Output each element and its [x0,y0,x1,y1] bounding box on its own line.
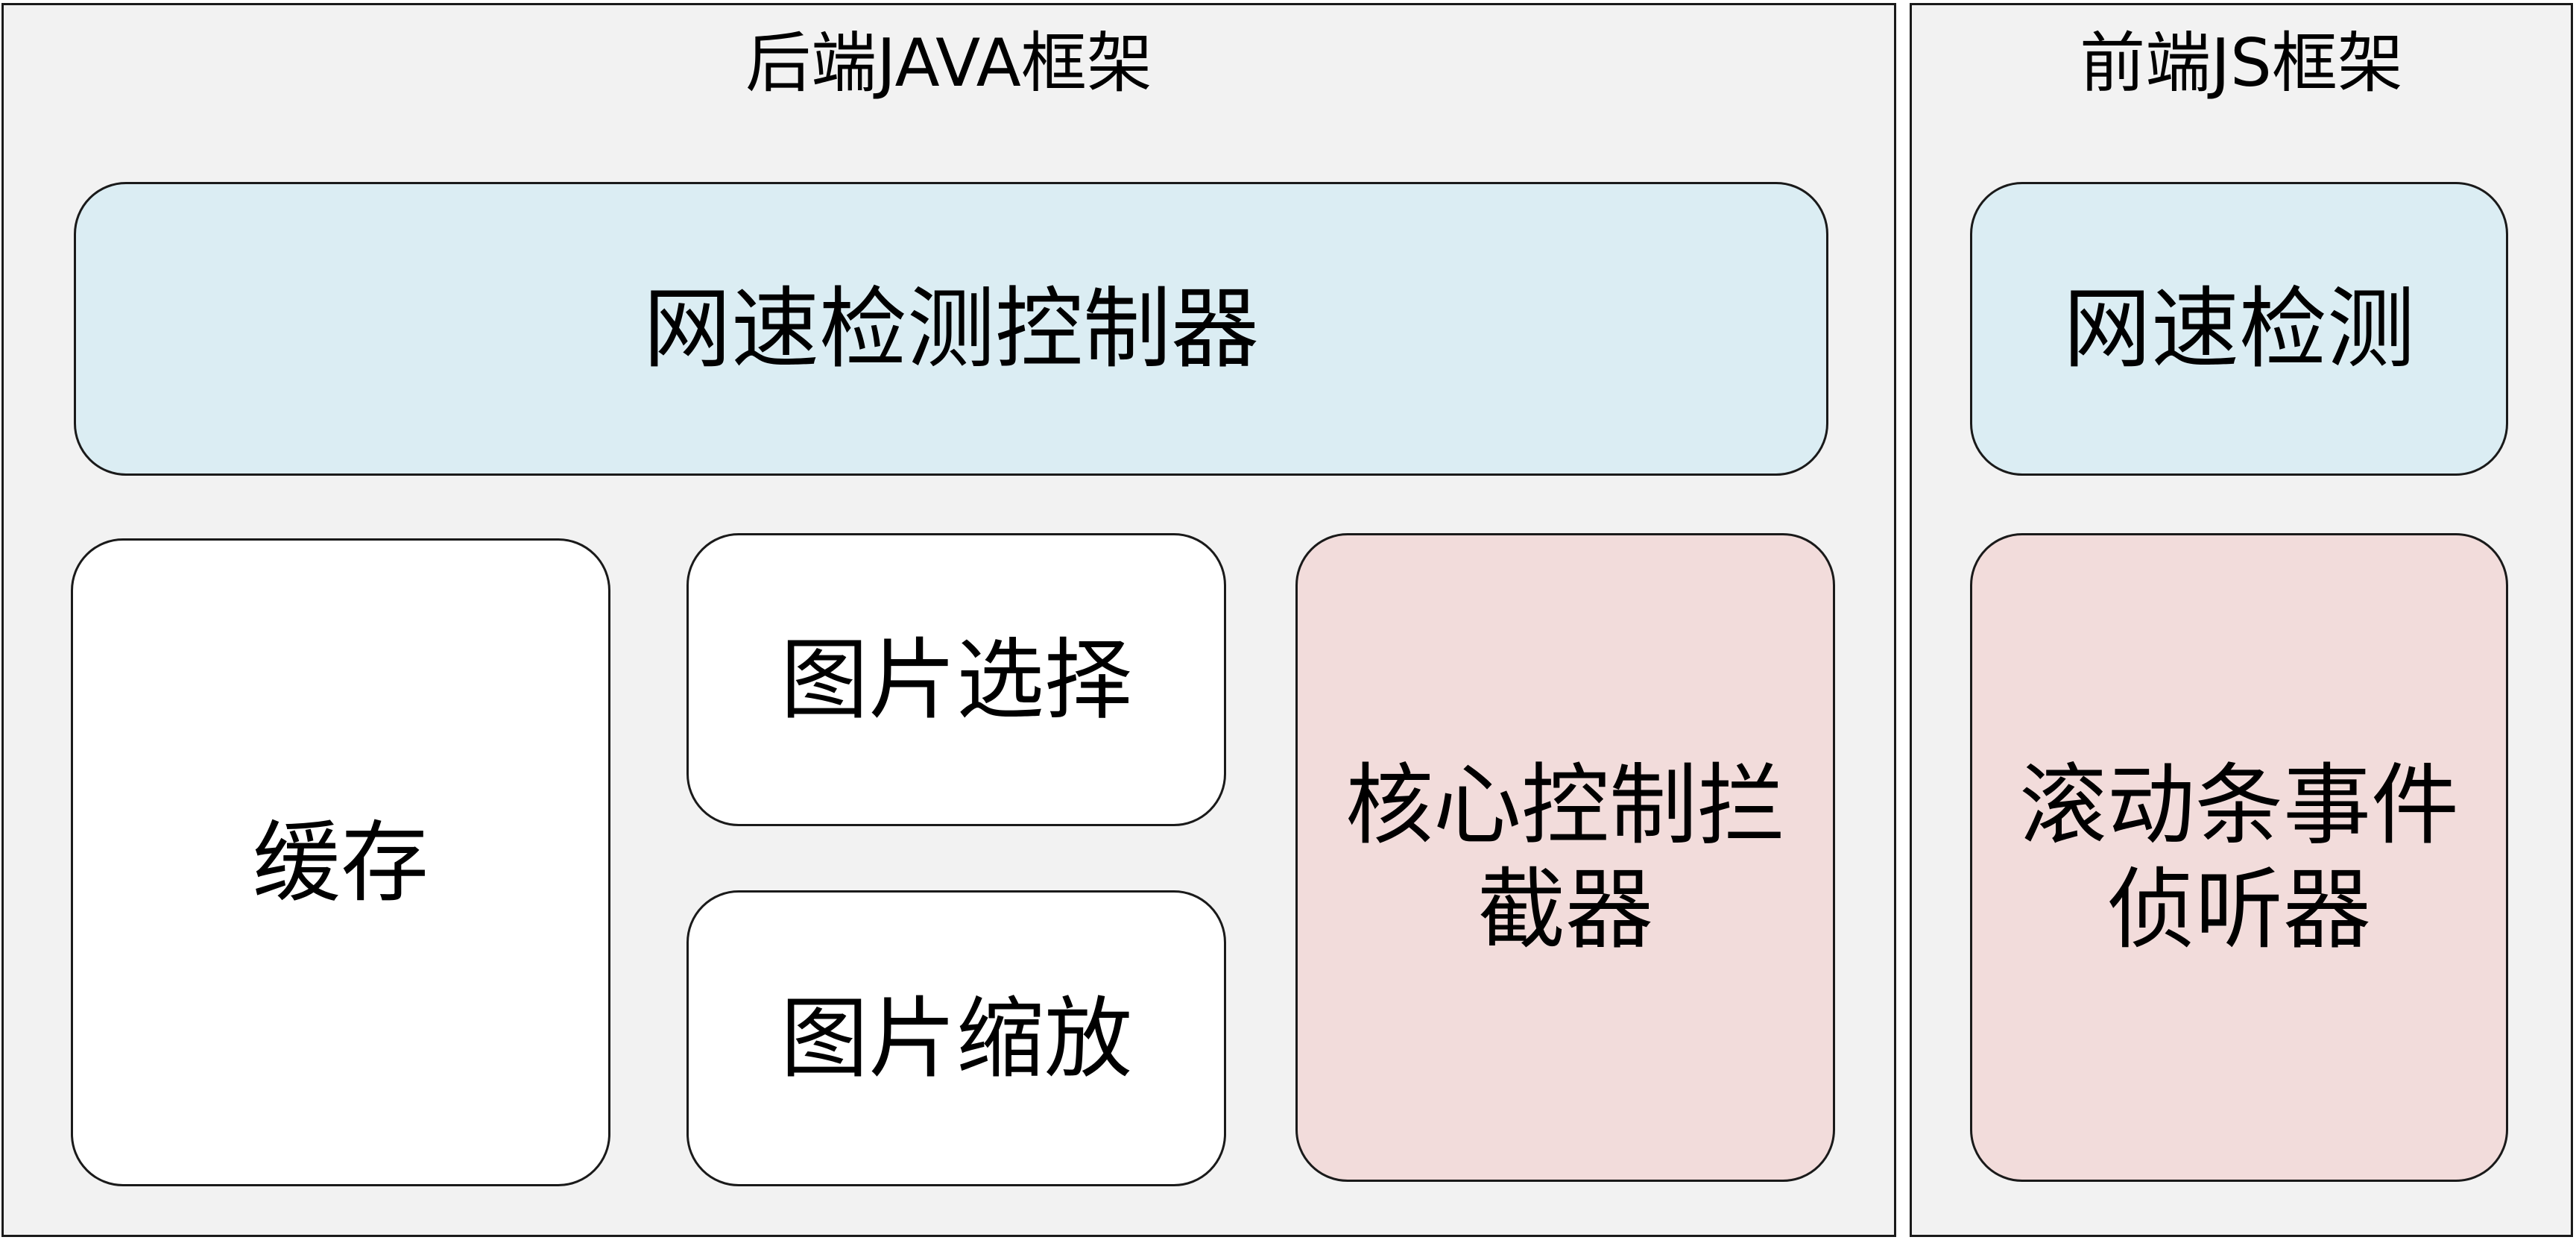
scroll-listener-label: 滚动条事件 侦听器 [2019,753,2459,962]
scroll-listener-box: 滚动条事件 侦听器 [1970,533,2508,1182]
cache-label: 缓存 [252,811,429,914]
core-interceptor-label: 核心控制拦 截器 [1345,753,1785,962]
speed-controller-label: 网速检测控制器 [643,277,1259,380]
image-select-label: 图片选择 [780,628,1132,731]
frontend-panel-title: 前端JS框架 [2080,25,2403,101]
speed-controller-box: 网速检测控制器 [74,182,1828,476]
core-interceptor-box: 核心控制拦 截器 [1295,533,1835,1182]
backend-panel-title: 后端JAVA框架 [745,25,1152,101]
cache-box: 缓存 [71,538,610,1186]
scroll-listener-line1: 滚动条事件 [2018,754,2459,857]
backend-framework-panel: 后端JAVA框架 网速检测控制器 缓存 图片选择 图片缩放 核心控制拦 截器 [1,3,1896,1237]
image-select-box: 图片选择 [686,533,1226,826]
image-zoom-label: 图片缩放 [780,986,1132,1090]
core-interceptor-line1: 核心控制拦 [1345,754,1785,857]
image-zoom-box: 图片缩放 [686,890,1226,1186]
core-interceptor-line2: 截器 [1477,858,1653,961]
speed-detect-label: 网速检测 [2062,277,2415,380]
speed-detect-box: 网速检测 [1970,182,2508,476]
scroll-listener-line2: 侦听器 [2106,858,2371,961]
frontend-framework-panel: 前端JS框架 网速检测 滚动条事件 侦听器 [1910,3,2573,1237]
